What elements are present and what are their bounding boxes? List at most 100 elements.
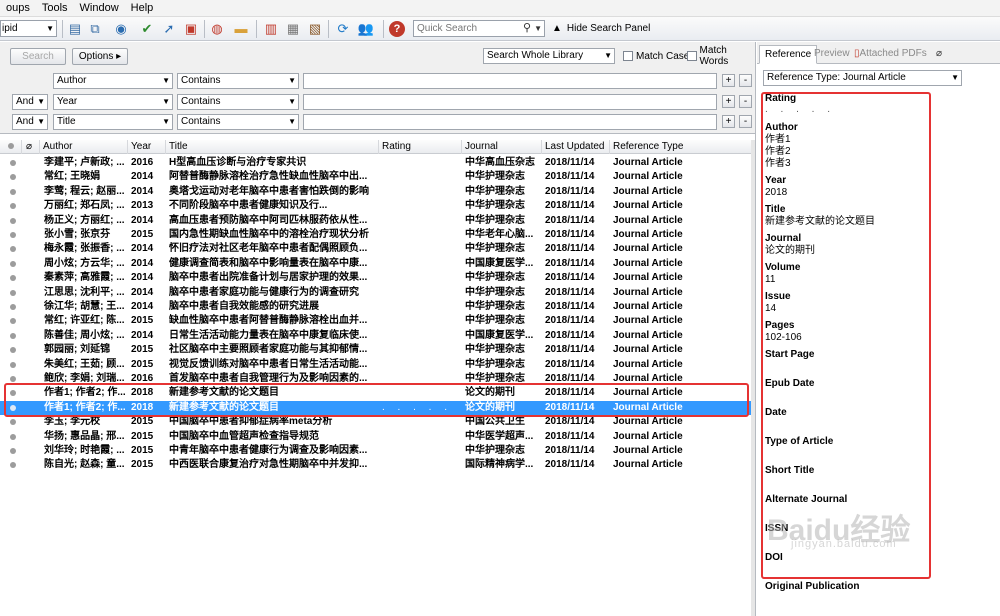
cell-title: 脑卒中患者自我效能感的研究进展 xyxy=(169,301,319,312)
table-row[interactable]: 常红; 王晓娟 2014 阿替普酶静脉溶栓治疗急性缺血性脑卒中出... 中华护理杂志 2… xyxy=(0,170,755,184)
boolean-select[interactable]: And ▼ xyxy=(12,114,48,130)
match-case-checkbox[interactable]: Match Case xyxy=(623,49,689,63)
table-row[interactable]: 刘华玲; 时艳霞; ... 2015 中青年脑卒中患者健康行为调查及影响因素... 中… xyxy=(0,444,755,458)
cell-type: Journal Article xyxy=(613,416,683,428)
cell-updated: 2018/11/14 xyxy=(545,272,595,284)
read-status-column-header[interactable] xyxy=(0,140,22,154)
match-words-checkbox[interactable]: Match Words xyxy=(687,45,755,67)
cell-title: 中西医联合康复治疗对急性期脑卒中并发抑... xyxy=(169,459,368,471)
cell-year: 2015 xyxy=(131,445,154,456)
table-row[interactable]: 陈善佳; 周小炫; ... 2014 日常生活活动能力量表在脑卒中康复临床使... 中… xyxy=(0,329,755,343)
add-row-button[interactable]: + xyxy=(722,95,735,108)
help-icon[interactable]: ? xyxy=(389,21,405,37)
table-row[interactable]: 李建平; 卢新政; ... 2016 H型高血压诊断与治疗专家共识 中华高血压杂志 20… xyxy=(0,156,755,170)
online-search-icon[interactable]: ◉ xyxy=(112,20,130,38)
table-row[interactable]: 梅永霞; 张振香; ... 2014 怀旧疗法对社区老年脑卒中患者配偶照顾负... 中… xyxy=(0,242,755,256)
export-icon[interactable]: ▣ xyxy=(182,20,200,38)
cell-type: Journal Article xyxy=(613,430,683,442)
cell-rating xyxy=(382,185,460,199)
tab-attached-pdfs[interactable]: ▯Attached PDFs xyxy=(849,45,932,64)
search-button[interactable]: Search xyxy=(10,48,66,65)
new-reference-icon[interactable]: ▤ xyxy=(66,20,84,38)
cell-year: 2014 xyxy=(131,257,154,269)
copy-icon[interactable]: ⧉ xyxy=(86,20,104,38)
operator-select[interactable]: Contains ▼ xyxy=(177,73,299,89)
share-icon[interactable]: 👥 xyxy=(357,20,375,38)
boolean-select[interactable]: And ▼ xyxy=(12,94,48,110)
column-header-author[interactable]: Author xyxy=(40,140,128,154)
table-row[interactable]: 陈自光; 赵森; 童... 2015 中西医联合康复治疗对急性期脑卒中并发抑... 国… xyxy=(0,458,755,472)
table-row[interactable]: 李玉; 李元校 2015 中国脑卒中患者抑郁症病率meta分析 中国公共卫生 2018/… xyxy=(0,415,755,429)
search-term-input[interactable] xyxy=(303,114,717,130)
operator-select[interactable]: Contains ▼ xyxy=(177,114,299,130)
column-header-last-updated[interactable]: Last Updated xyxy=(542,140,610,154)
cell-author: 刘华玲; 时艳霞; ... xyxy=(44,445,125,456)
table-row[interactable]: 张小雪; 张京芬 2015 国内急性期缺血性脑卒中的溶栓治疗现状分析 中华老年心脑..… xyxy=(0,228,755,242)
table-row[interactable]: 秦素萍; 高雅霞; ... 2014 脑卒中患者出院准备计划与居家护理的效果... 中… xyxy=(0,271,755,285)
attach-file-icon[interactable]: ⌀ xyxy=(931,45,947,64)
table-row[interactable]: 常红; 许亚红; 陈... 2015 缺血性脑卒中患者阿替普酶静脉溶栓出血并... 中… xyxy=(0,314,755,328)
cell-journal: 中华护理杂志 xyxy=(465,301,525,312)
options-button[interactable]: Options ▸ xyxy=(72,48,128,65)
open-link-icon[interactable]: ◍ xyxy=(208,20,226,38)
column-header-year[interactable]: Year xyxy=(128,140,166,154)
cell-title: 中国脑卒中血管超声检查指导规范 xyxy=(169,430,319,442)
search-term-input[interactable] xyxy=(303,73,717,89)
field-select[interactable]: Title ▼ xyxy=(53,114,173,130)
cell-journal: 中国公共卫生 xyxy=(465,416,525,428)
table-row[interactable]: 周小炫; 方云华; ... 2014 健康调查简表和脑卒中影响量表在脑卒中康... 中… xyxy=(0,257,755,271)
tab-preview[interactable]: Preview xyxy=(809,45,855,64)
field-select[interactable]: Author ▼ xyxy=(53,73,173,89)
insert-citation-icon[interactable]: ▥ xyxy=(262,20,280,38)
table-row[interactable]: 万丽红; 郑石凤; ... 2013 不同阶段脑卒中患者健康知识及行... 中华护理杂… xyxy=(0,199,755,213)
scrollbar[interactable] xyxy=(751,140,755,616)
remove-row-button[interactable]: - xyxy=(739,95,752,108)
cell-journal: 国际精神病学... xyxy=(465,459,534,471)
menu-help[interactable]: Help xyxy=(125,0,160,17)
column-header-reference-type[interactable]: Reference Type xyxy=(610,140,755,154)
operator-select[interactable]: Contains ▼ xyxy=(177,94,299,110)
column-header-title[interactable]: Title xyxy=(166,140,379,154)
remove-row-button[interactable]: - xyxy=(739,115,752,128)
table-row[interactable]: 杨正义; 方丽红; ... 2014 高血压患者预防脑卒中阿司匹林服药依从性... 中… xyxy=(0,214,755,228)
import-icon[interactable]: ➚ xyxy=(160,20,178,38)
attachment-column-header[interactable]: ⌀ xyxy=(22,140,40,154)
group-select[interactable]: ipid ▼ xyxy=(0,20,57,37)
menu-groups[interactable]: oups xyxy=(0,0,36,17)
hide-search-panel-button[interactable]: ▲ Hide Search Panel xyxy=(552,21,650,36)
table-row[interactable]: 江思思; 沈利平; ... 2014 脑卒中患者家庭功能与健康行为的调查研究 中华护理… xyxy=(0,286,755,300)
open-file-icon[interactable]: ▬ xyxy=(232,20,250,38)
field-select[interactable]: Year ▼ xyxy=(53,94,173,110)
read-status-icon xyxy=(10,332,16,339)
cell-type: Journal Article xyxy=(613,214,683,226)
cell-title: 阿替普酶静脉溶栓治疗急性缺血性脑卒中出... xyxy=(169,171,368,183)
bookmark-icon[interactable]: ▧ xyxy=(306,20,324,38)
cell-type: Journal Article xyxy=(613,229,683,240)
cell-title: 社区脑卒中主要照顾者家庭功能与其抑郁情... xyxy=(169,344,368,356)
quick-search-input[interactable]: Quick Search ⚲ ▼ xyxy=(413,20,545,37)
reference-type-select[interactable]: Reference Type: Journal Article ▼ xyxy=(763,70,962,86)
table-row[interactable]: 朱美红; 王茹; 顾... 2015 视觉反馈训练对脑卒中患者日常生活活动能... 中… xyxy=(0,358,755,372)
sync-icon[interactable]: ⟳ xyxy=(334,20,352,38)
remove-row-button[interactable]: - xyxy=(739,74,752,87)
cell-rating xyxy=(382,314,460,328)
table-row[interactable]: 徐江华; 胡慧; 王... 2014 脑卒中患者自我效能感的研究进展 中华护理杂志 20… xyxy=(0,300,755,314)
cell-updated: 2018/11/14 xyxy=(545,459,595,471)
table-row[interactable]: 华扬; 惠品晶; 邢... 2015 中国脑卒中血管超声检查指导规范 中华医学超声..… xyxy=(0,430,755,444)
cell-journal: 中华护理杂志 xyxy=(465,445,525,456)
search-scope-select[interactable]: Search Whole Library ▼ xyxy=(483,48,615,64)
table-row[interactable]: 郭园丽; 刘延锦 2015 社区脑卒中主要照顾者家庭功能与其抑郁情... 中华护理杂志… xyxy=(0,343,755,357)
column-header-rating[interactable]: Rating xyxy=(379,140,462,154)
add-row-button[interactable]: + xyxy=(722,74,735,87)
find-fulltext-icon[interactable]: ✔ xyxy=(138,20,156,38)
cell-title: 缺血性脑卒中患者阿替普酶静脉溶栓出血并... xyxy=(169,315,368,327)
read-status-icon xyxy=(10,275,16,282)
cell-rating xyxy=(382,415,460,429)
table-row[interactable]: 李莺; 程云; 赵丽... 2014 奥塔戈运动对老年脑卒中患者害怕跌倒的影响 中华护… xyxy=(0,185,755,199)
menu-window[interactable]: Window xyxy=(74,0,125,17)
column-header-journal[interactable]: Journal xyxy=(462,140,542,154)
format-bibliography-icon[interactable]: ▦ xyxy=(284,20,302,38)
add-row-button[interactable]: + xyxy=(722,115,735,128)
search-term-input[interactable] xyxy=(303,94,717,110)
menu-tools[interactable]: Tools xyxy=(36,0,74,17)
